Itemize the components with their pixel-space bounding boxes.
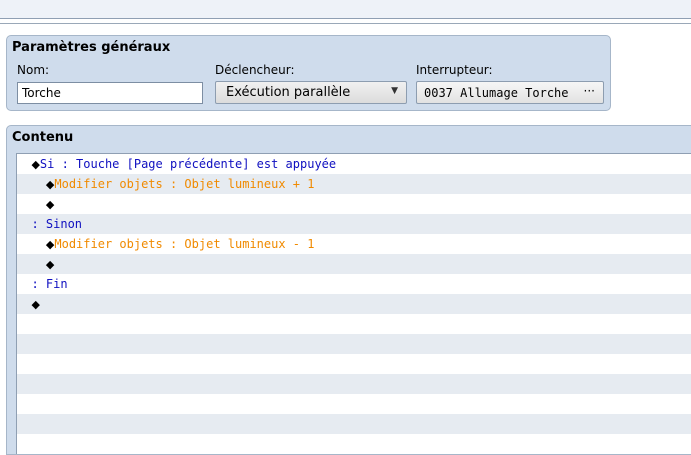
switch-label: Interrupteur:: [416, 63, 493, 77]
trigger-label: Déclencheur:: [215, 63, 295, 77]
event-command-row[interactable]: [17, 334, 691, 354]
row-indent: [17, 257, 46, 271]
divider: [0, 23, 691, 24]
command-text: Modifier objets : Objet lumineux + 1: [54, 177, 315, 191]
event-command-row[interactable]: [17, 374, 691, 394]
command-marker-icon: ◆: [45, 258, 55, 271]
row-indent: [17, 197, 46, 211]
row-indent: [17, 217, 31, 231]
event-command-row[interactable]: [17, 414, 691, 434]
command-marker-icon: ◆: [45, 198, 55, 211]
trigger-value: Exécution parallèle: [226, 85, 351, 100]
general-settings-title: Paramètres généraux: [12, 40, 171, 55]
command-text: : Fin: [31, 277, 68, 291]
event-command-row[interactable]: ◆Si : Touche [Page précédente] est appuy…: [17, 154, 691, 174]
content-panel: Contenu ◆Si : Touche [Page précédente] e…: [6, 125, 691, 455]
name-input[interactable]: [17, 82, 203, 104]
trigger-dropdown[interactable]: Exécution parallèle ▼: [215, 81, 407, 104]
command-text: Modifier objets : Objet lumineux - 1: [54, 237, 315, 251]
content-title: Contenu: [12, 130, 74, 145]
command-marker-icon: ◆: [31, 158, 40, 171]
row-indent: [17, 177, 46, 191]
event-command-list[interactable]: ◆Si : Touche [Page précédente] est appuy…: [16, 153, 691, 454]
event-command-row[interactable]: ◆Modifier objets : Objet lumineux - 1: [17, 234, 691, 254]
event-command-row[interactable]: [17, 314, 691, 334]
event-command-row[interactable]: [17, 354, 691, 374]
command-text: Si : Touche [Page précédente] est appuyé…: [39, 157, 337, 171]
event-command-row[interactable]: [17, 394, 691, 414]
event-command-row[interactable]: [17, 434, 691, 454]
event-command-row[interactable]: ◆: [17, 254, 691, 274]
row-indent: [17, 237, 46, 251]
chevron-down-icon: ▼: [391, 86, 398, 96]
event-command-row[interactable]: : Fin: [17, 274, 691, 294]
event-command-row[interactable]: ◆: [17, 194, 691, 214]
event-command-row[interactable]: : Sinon: [17, 214, 691, 234]
row-indent: [17, 297, 31, 311]
top-toolbar-strip: [0, 0, 691, 19]
switch-selector-button[interactable]: 0037 Allumage Torche ···: [416, 81, 604, 104]
row-indent: [17, 157, 31, 171]
event-command-row[interactable]: ◆: [17, 294, 691, 314]
command-text: : Sinon: [31, 217, 83, 231]
event-command-row[interactable]: ◆Modifier objets : Objet lumineux + 1: [17, 174, 691, 194]
command-marker-icon: ◆: [31, 298, 40, 311]
name-label: Nom:: [17, 63, 50, 77]
row-indent: [17, 277, 31, 291]
switch-value: 0037 Allumage Torche: [424, 86, 569, 100]
more-icon: ···: [583, 84, 595, 98]
general-settings-panel: Paramètres généraux Nom: Déclencheur: Ex…: [6, 35, 611, 111]
